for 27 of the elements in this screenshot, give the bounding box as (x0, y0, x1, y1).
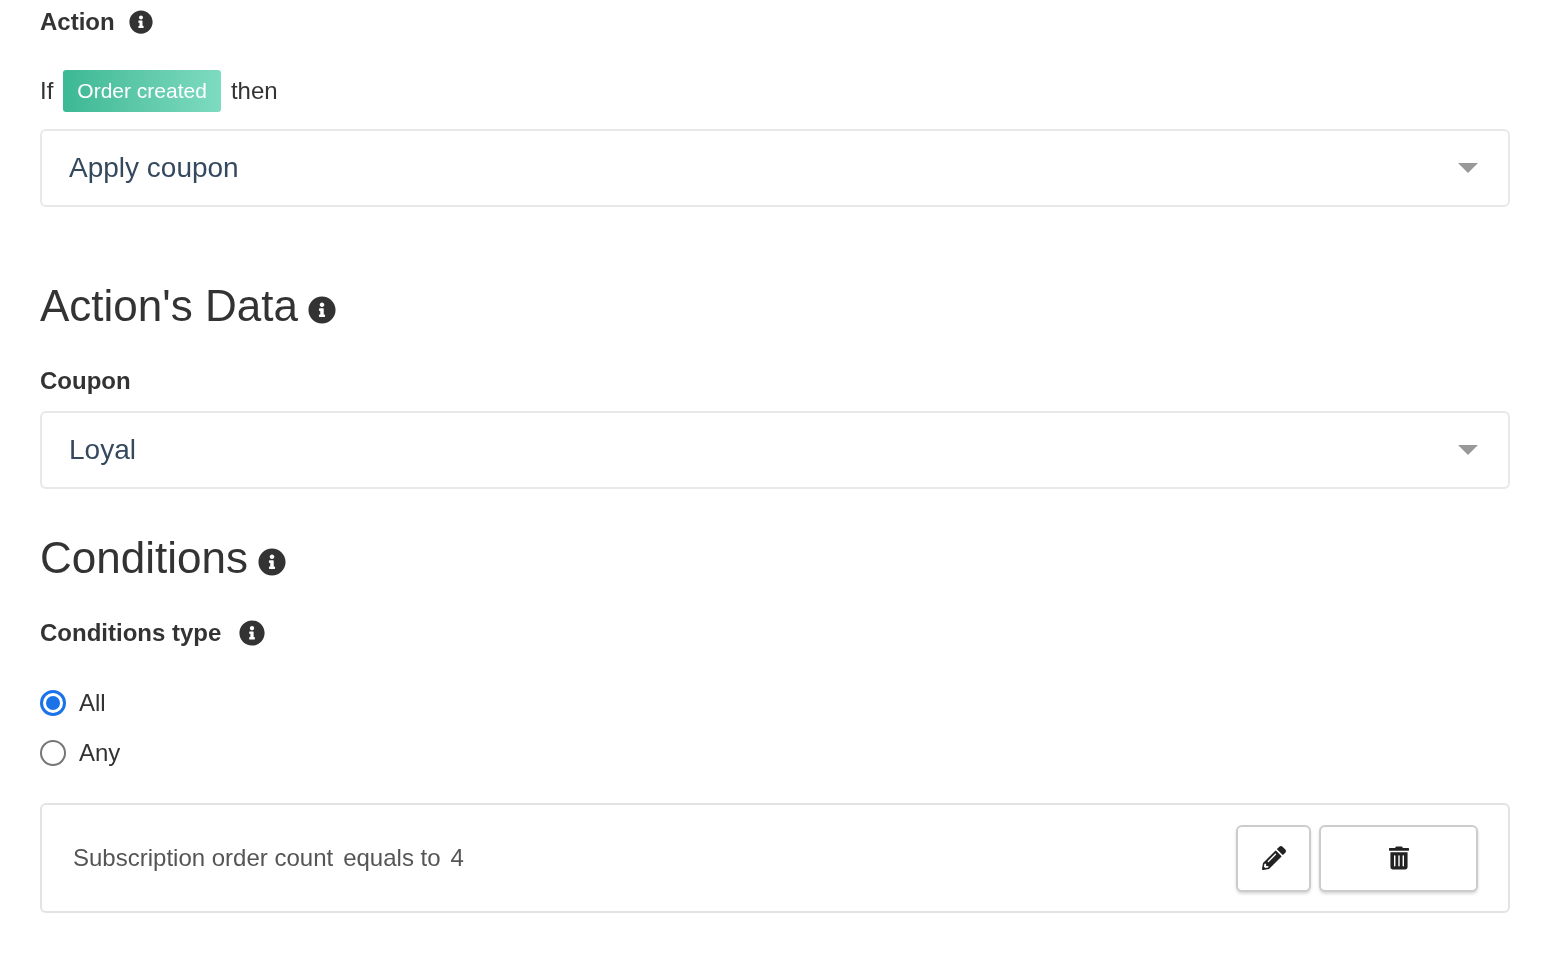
section-heading: Action's Data (40, 280, 298, 332)
section-heading: Conditions (40, 532, 248, 584)
pencil-icon (1261, 846, 1286, 870)
delete-button[interactable] (1319, 824, 1478, 892)
trash-icon (1388, 846, 1409, 870)
trigger-tag: Order created (63, 70, 221, 112)
info-icon (128, 10, 153, 34)
info-icon (239, 620, 266, 646)
condition-value: 4 (450, 843, 464, 873)
field-label: Conditions type (40, 618, 222, 648)
condition-field: Subscription order count (73, 840, 334, 876)
radio-label: All (79, 688, 106, 718)
radio-button[interactable] (40, 690, 66, 716)
edit-button[interactable] (1236, 824, 1311, 892)
rule-text: then (230, 76, 278, 106)
caret-icon (1458, 445, 1478, 455)
condition-operator: equals to (343, 843, 441, 873)
field-label: Coupon (40, 366, 131, 396)
action-select[interactable]: Apply coupon (40, 129, 1510, 207)
info-icon (257, 547, 286, 576)
coupon-select[interactable]: Loyal (40, 411, 1510, 489)
radio-button[interactable] (40, 740, 66, 766)
radio-label: Any (79, 738, 121, 768)
rule-text: If (40, 76, 54, 106)
caret-icon (1458, 163, 1478, 173)
info-icon (307, 295, 336, 324)
field-label: Action (40, 7, 115, 37)
